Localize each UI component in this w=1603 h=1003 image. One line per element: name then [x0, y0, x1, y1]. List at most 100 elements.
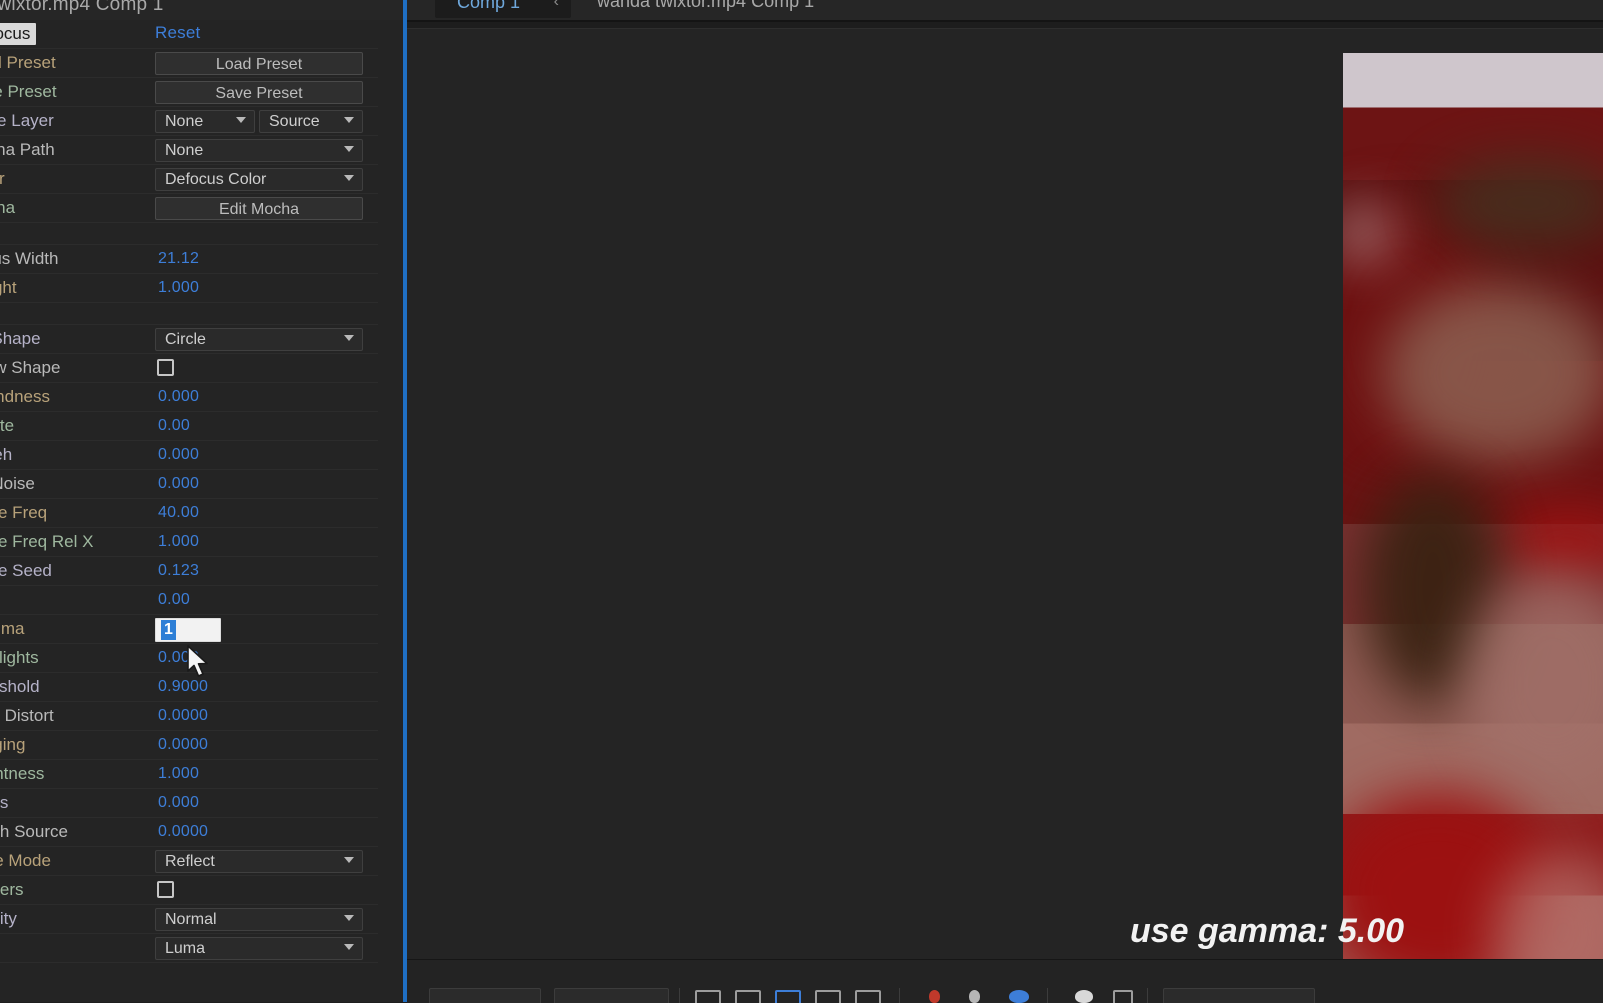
effect-control-value[interactable]: 0.000 — [158, 446, 199, 464]
effect-control-dropdown[interactable]: Luma — [155, 937, 363, 960]
effect-control-label: Bokeh — [0, 445, 13, 464]
effect-control-value[interactable]: 1.000 — [158, 279, 199, 297]
effect-control-row[interactable]: Brightness 1.000 — [0, 760, 378, 789]
exposure-icon[interactable] — [1113, 990, 1133, 1003]
effect-control-row[interactable]: Load Preset Load Preset — [0, 49, 378, 78]
effect-control-row[interactable]: Weight 1.000 — [0, 274, 378, 303]
effect-control-button[interactable]: Load Preset — [155, 52, 363, 75]
effect-control-button[interactable]: Edit Mocha — [155, 197, 363, 220]
effect-control-row[interactable]: Mocha Path None — [0, 136, 378, 165]
tab-comp-1[interactable]: Comp 1 ‹ — [435, 0, 571, 18]
effect-controls-scrollbar-track[interactable] — [379, 20, 772, 982]
effect-control-label: Quality — [0, 909, 17, 928]
dropdown-value: Defocus Color — [165, 171, 267, 188]
channel-select-icon[interactable] — [1009, 990, 1029, 1003]
effect-control-label: Borders — [0, 880, 24, 899]
dropdown-value: None — [165, 113, 204, 130]
toggle-guides-icon[interactable] — [815, 990, 841, 1003]
composition-panel: Comp 1 ‹ wanda twixtor.mp4 Comp 1 use ga… — [407, 0, 1603, 1003]
effect-control-row[interactable]: Save Preset Save Preset — [0, 78, 378, 107]
effect-control-value[interactable]: 1.000 — [158, 765, 199, 783]
effect-control-row[interactable]: Matte Layer None Source — [0, 107, 378, 136]
effect-control-row[interactable]: Quality Normal — [0, 905, 378, 934]
effect-control-value[interactable]: 0.0000 — [158, 823, 208, 841]
dropdown-value: Reflect — [165, 853, 215, 870]
effect-control-row[interactable]: Aura Distort 0.0000 — [0, 702, 378, 731]
effect-control-row[interactable]: Edge Mode Reflect — [0, 847, 378, 876]
snapshot-icon[interactable] — [929, 990, 940, 1003]
effect-control-value[interactable]: 0.0000 — [158, 707, 208, 725]
effect-control-row[interactable]: Mocha Edit Mocha — [0, 194, 378, 223]
effect-control-row[interactable]: Show Shape — [0, 354, 378, 383]
effect-control-label: Highlights — [0, 648, 39, 667]
exposure-reset-icon[interactable] — [1075, 990, 1093, 1003]
effect-control-label: Iris Noise — [0, 474, 35, 493]
reset-link[interactable]: Reset — [155, 23, 200, 43]
toolbar-divider-4 — [1147, 988, 1148, 1003]
effect-control-row[interactable]: Darks 0.000 — [0, 789, 378, 818]
toggle-rulers-icon[interactable] — [855, 990, 881, 1003]
effect-control-value[interactable]: 1.000 — [158, 533, 199, 551]
effect-control-button[interactable]: Save Preset — [155, 81, 363, 104]
gamma-input-field[interactable]: 1 — [155, 618, 221, 642]
effect-control-label: Darks — [0, 793, 9, 812]
effect-control-row[interactable]: Bokeh 0.000 — [0, 441, 378, 470]
effect-control-dropdown[interactable]: Circle — [155, 328, 363, 351]
effect-control-value[interactable]: 0.123 — [158, 562, 199, 580]
effect-control-row — [0, 223, 378, 245]
effect-control-row[interactable]: Blur0.00 — [0, 586, 378, 615]
effect-control-row[interactable]: Roundness 0.000 — [0, 383, 378, 412]
timecode-display[interactable] — [1163, 988, 1315, 1003]
effect-control-row[interactable]: Defocus Reset — [0, 20, 378, 49]
composition-bottom-toolbar — [407, 959, 1603, 1003]
toggle-mask-paths-icon[interactable] — [775, 990, 801, 1003]
effect-control-label: Edge Mode — [0, 851, 51, 870]
effect-control-dropdown[interactable]: None — [155, 139, 363, 162]
effect-control-row[interactable]: Focus Width 21.12 — [0, 245, 378, 274]
effect-control-dropdown[interactable]: Source — [259, 110, 363, 133]
effect-control-row — [0, 303, 378, 325]
effect-control-row[interactable]: Noise Freq 40.00 — [0, 499, 378, 528]
composition-stage[interactable]: use gamma: 5.00 — [407, 29, 1603, 959]
effect-control-value[interactable]: 0.000 — [158, 475, 199, 493]
effect-control-dropdown[interactable]: Reflect — [155, 850, 363, 873]
effect-control-row[interactable]: Noise Freq Rel X 1.000 — [0, 528, 378, 557]
zoom-level-select[interactable] — [429, 988, 541, 1003]
region-of-interest-icon[interactable] — [695, 990, 721, 1003]
effect-control-row[interactable]: Iris Noise 0.000 — [0, 470, 378, 499]
effect-control-row[interactable]: Gamma 1 — [0, 615, 378, 644]
effect-control-value[interactable]: 0.000 — [158, 794, 199, 812]
effect-control-value[interactable]: 0.000 — [158, 388, 199, 406]
effect-control-checkbox[interactable] — [157, 881, 174, 898]
effect-controls-row-list: Defocus Reset Load Preset Load Preset Save P… — [0, 20, 378, 963]
effect-control-value[interactable]: 0.00 — [158, 417, 190, 435]
effect-control-row[interactable]: Iris Shape Circle — [0, 325, 378, 354]
effect-control-label: Weight — [0, 278, 17, 297]
effect-control-checkbox[interactable] — [157, 359, 174, 376]
effect-control-row[interactable]: Borders — [0, 876, 378, 905]
tab-collapse-chevron-icon[interactable]: ‹ — [554, 0, 559, 11]
effect-control-row[interactable]: Rotate 0.00 — [0, 412, 378, 441]
effect-control-value[interactable]: 40.00 — [158, 504, 199, 522]
show-snapshot-icon[interactable] — [969, 990, 980, 1003]
effect-control-row[interactable]: Fringing 0.0000 — [0, 731, 378, 760]
effect-control-value[interactable]: 0.0000 — [158, 736, 208, 754]
resolution-select[interactable] — [554, 988, 669, 1003]
effect-control-dropdown[interactable]: Defocus Color — [155, 168, 363, 191]
effect-control-row[interactable]: Color Defocus Color — [0, 165, 378, 194]
effect-control-row[interactable]: Depth Source 0.0000 — [0, 818, 378, 847]
effect-control-dropdown[interactable]: Normal — [155, 908, 363, 931]
chevron-down-icon — [236, 117, 247, 124]
effect-control-row[interactable]: Use Luma — [0, 934, 378, 963]
effect-control-value[interactable]: 21.12 — [158, 250, 199, 268]
transparency-grid-icon[interactable] — [735, 990, 761, 1003]
effect-control-label: Matte Layer — [0, 111, 54, 130]
chevron-down-icon — [344, 944, 355, 951]
effect-control-row[interactable]: Noise Seed 0.123 — [0, 557, 378, 586]
effect-control-label: Use — [0, 938, 154, 958]
effect-control-dropdown[interactable]: None — [155, 110, 255, 133]
effect-control-label: Save Preset — [0, 82, 57, 101]
effect-control-value[interactable]: 0.00 — [158, 591, 190, 609]
chevron-down-icon — [344, 175, 355, 182]
effect-control-value[interactable]: 0.9000 — [158, 678, 208, 696]
